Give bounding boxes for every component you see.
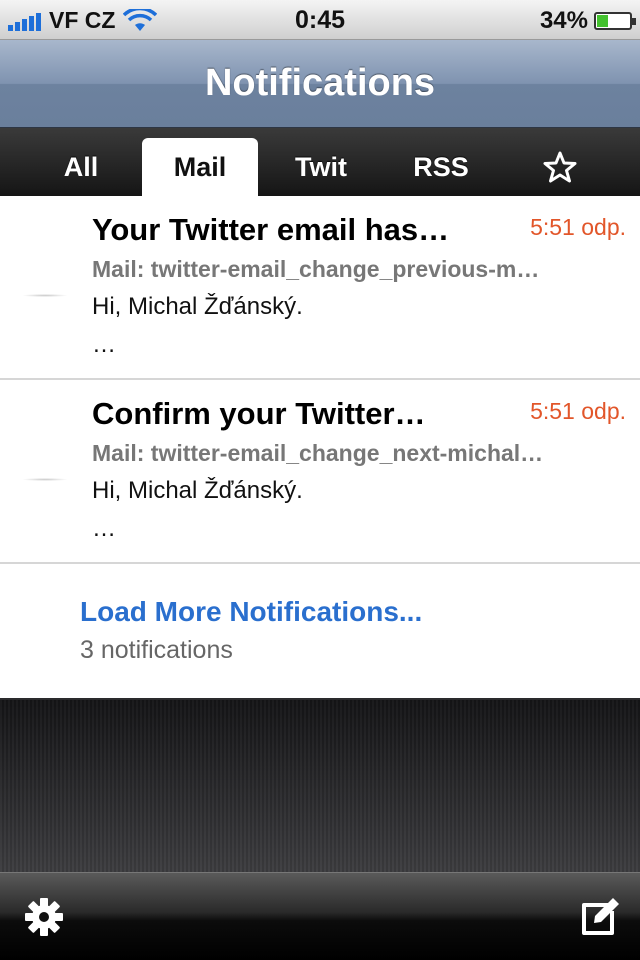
tab-all[interactable]: All (40, 138, 122, 196)
preview-line: … (92, 331, 116, 358)
bottom-toolbar (0, 872, 640, 960)
page-title: Notifications (204, 62, 436, 104)
preview-line: Hi, Michal Žďánský. (92, 293, 303, 320)
notification-item[interactable]: Confirm your Twitter… 5:51 odp. Mail: tw… (0, 380, 640, 564)
notification-title: Confirm your Twitter… (92, 396, 426, 431)
preview-line: Hi, Michal Žďánský. (92, 477, 303, 504)
notification-sender: Mail: twitter-email_change_next-michal… (92, 440, 544, 466)
battery-percent: 34% (539, 7, 588, 34)
star-icon (543, 151, 577, 183)
notification-time: 5:51 odp. (530, 398, 626, 424)
preview-line: … (92, 515, 116, 542)
navigation-bar: Notifications (0, 40, 640, 128)
notification-sender: Mail: twitter-email_change_previous-m… (92, 256, 540, 282)
load-more-button[interactable]: Load More Notifications... 3 notificatio… (0, 564, 640, 698)
tab-label: RSS (413, 151, 469, 182)
status-right: 34% (539, 7, 636, 35)
notification-count: 3 notifications (80, 636, 233, 664)
avatar (22, 478, 68, 481)
gear-icon[interactable] (22, 895, 66, 939)
notification-item[interactable]: Your Twitter email has… 5:51 odp. Mail: … (0, 196, 640, 380)
load-more-label: Load More Notifications... (80, 596, 423, 627)
battery-icon (594, 12, 636, 30)
avatar (22, 294, 68, 297)
notification-title: Your Twitter email has… (92, 212, 450, 247)
notification-time: 5:51 odp. (530, 214, 626, 240)
tab-label: Mail (173, 151, 227, 182)
tab-rss[interactable]: RSS (396, 138, 486, 196)
status-bar: VF CZ 0:45 34% (0, 0, 640, 40)
compose-icon[interactable] (578, 895, 622, 939)
notification-list: Your Twitter email has… 5:51 odp. Mail: … (0, 196, 640, 698)
tab-mail[interactable]: Mail (142, 138, 258, 196)
notification-preview: Hi, Michal Žďánský. … (92, 288, 612, 364)
tab-label: All (63, 151, 99, 182)
tab-twit[interactable]: Twit (274, 138, 368, 196)
tab-bar: All Mail Twit RSS (0, 128, 640, 196)
tab-label: Twit (295, 151, 347, 182)
tab-starred[interactable] (520, 138, 600, 196)
notification-preview: Hi, Michal Žďánský. … (92, 472, 612, 548)
empty-background (0, 700, 640, 872)
